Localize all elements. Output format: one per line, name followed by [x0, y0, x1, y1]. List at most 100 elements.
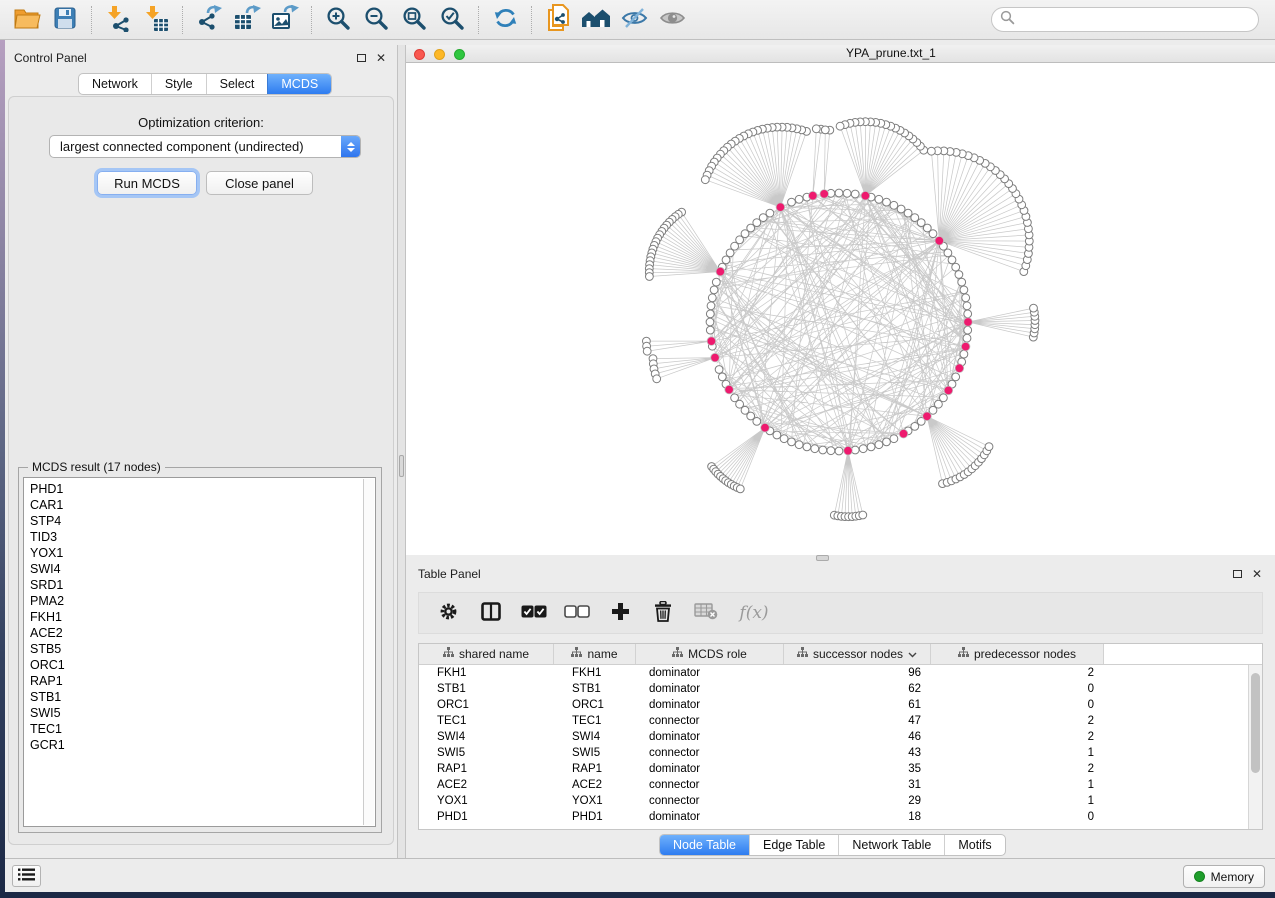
window-close-button[interactable] — [414, 49, 425, 60]
task-history-button[interactable] — [12, 865, 41, 887]
column-header-successor-nodes[interactable]: successor nodes — [784, 644, 931, 664]
import-network-button[interactable] — [99, 3, 137, 37]
mcds-result-item[interactable]: RAP1 — [30, 673, 359, 689]
mcds-result-item[interactable]: TEC1 — [30, 721, 359, 737]
mcds-result-item[interactable]: TID3 — [30, 529, 359, 545]
table-row[interactable]: TEC1TEC1connector472 — [419, 713, 1262, 729]
table-row[interactable]: ACE2ACE2connector311 — [419, 777, 1262, 793]
mcds-result-item[interactable]: ACE2 — [30, 625, 359, 641]
create-column-button[interactable] — [608, 600, 632, 626]
table-row[interactable]: FKH1FKH1dominator962 — [419, 665, 1262, 681]
mcds-result-item[interactable]: SWI5 — [30, 705, 359, 721]
show-columns-button[interactable] — [479, 600, 503, 626]
splitter-grip[interactable] — [399, 455, 404, 477]
column-header-MCDS-role[interactable]: MCDS role — [636, 644, 784, 664]
export-image-button[interactable] — [266, 3, 304, 37]
home-button[interactable] — [577, 3, 615, 37]
mcds-result-item[interactable]: YOX1 — [30, 545, 359, 561]
close-panel-icon[interactable]: ✕ — [376, 53, 386, 63]
delete-table-button[interactable] — [694, 600, 718, 626]
vertical-splitter[interactable] — [397, 45, 406, 858]
select-all-button[interactable] — [522, 600, 546, 626]
zoom-out-button[interactable] — [357, 3, 395, 37]
optimization-criterion-select[interactable]: largest connected component (undirected) — [49, 135, 361, 158]
table-row[interactable]: PHD1PHD1dominator180 — [419, 809, 1262, 825]
clone-network-button[interactable] — [539, 3, 577, 37]
horizontal-splitter[interactable] — [816, 555, 829, 561]
mcds-result-item[interactable]: PMA2 — [30, 593, 359, 609]
tab-network-table[interactable]: Network Table — [838, 835, 944, 855]
mcds-result-scrollbar[interactable] — [363, 479, 374, 825]
network-canvas[interactable] — [406, 63, 1275, 555]
column-header-name[interactable]: name — [554, 644, 636, 664]
mcds-result-item[interactable]: STP4 — [30, 513, 359, 529]
float-panel-icon[interactable] — [357, 54, 366, 62]
table-row[interactable]: YOX1YOX1connector291 — [419, 793, 1262, 809]
export-table-button[interactable] — [228, 3, 266, 37]
table-scrollbar[interactable] — [1248, 665, 1262, 829]
mcds-result-item[interactable]: SRD1 — [30, 577, 359, 593]
close-table-panel-icon[interactable]: ✕ — [1252, 569, 1262, 579]
save-floppy-icon — [54, 7, 76, 32]
mcds-result-item[interactable]: FKH1 — [30, 609, 359, 625]
trash-icon — [654, 601, 672, 625]
column-header-predecessor-nodes[interactable]: predecessor nodes — [931, 644, 1104, 664]
table-scrollbar-thumb[interactable] — [1251, 673, 1260, 773]
close-panel-button[interactable]: Close panel — [206, 171, 313, 195]
zoom-fit-button[interactable] — [395, 3, 433, 37]
tab-network[interactable]: Network — [79, 74, 151, 94]
hide-unselected-button[interactable] — [615, 3, 653, 37]
open-file-button[interactable] — [8, 3, 46, 37]
run-mcds-button[interactable]: Run MCDS — [97, 171, 197, 195]
search-input[interactable] — [1020, 10, 1258, 30]
mcds-result-item[interactable]: CAR1 — [30, 497, 359, 513]
table-row[interactable]: RAP1RAP1dominator352 — [419, 761, 1262, 777]
import-table-button[interactable] — [137, 3, 175, 37]
zoom-selected-icon — [440, 6, 465, 34]
deselect-all-button[interactable] — [565, 600, 589, 626]
mcds-result-item[interactable]: ORC1 — [30, 657, 359, 673]
control-panel: Control Panel ✕ Network Style Select MCD… — [5, 45, 397, 858]
cell-name: SWI5 — [554, 745, 636, 761]
tab-edge-table[interactable]: Edge Table — [749, 835, 838, 855]
cell-name: SWI4 — [554, 729, 636, 745]
mcds-result-item[interactable]: PHD1 — [30, 481, 359, 497]
save-session-button[interactable] — [46, 3, 84, 37]
mcds-result-item[interactable]: STB1 — [30, 689, 359, 705]
mcds-result-item[interactable]: STB5 — [30, 641, 359, 657]
table-row[interactable]: STB1STB1dominator620 — [419, 681, 1262, 697]
window-minimize-button[interactable] — [434, 49, 445, 60]
tab-motifs[interactable]: Motifs — [944, 835, 1004, 855]
table-row[interactable]: SWI4SWI4dominator462 — [419, 729, 1262, 745]
window-maximize-button[interactable] — [454, 49, 465, 60]
tab-mcds[interactable]: MCDS — [267, 74, 331, 94]
table-row[interactable]: ORC1ORC1dominator610 — [419, 697, 1262, 713]
cell-shared_name: PHD1 — [419, 809, 554, 825]
float-table-panel-icon[interactable] — [1233, 570, 1242, 578]
mcds-result-box: MCDS result (17 nodes) PHD1CAR1STP4TID3Y… — [18, 467, 382, 833]
toolbar-separator — [91, 6, 92, 34]
show-all-button[interactable] — [653, 3, 691, 37]
memory-button[interactable]: Memory — [1183, 865, 1265, 888]
table-row[interactable]: SWI5SWI5connector431 — [419, 745, 1262, 761]
cell-shared_name: RAP1 — [419, 761, 554, 777]
tab-style[interactable]: Style — [151, 74, 206, 94]
cell-shared_name: SWI4 — [419, 729, 554, 745]
table-settings-button[interactable] — [436, 600, 460, 626]
cell-name: ACE2 — [554, 777, 636, 793]
mcds-result-item[interactable]: GCR1 — [30, 737, 359, 753]
mcds-result-list[interactable]: PHD1CAR1STP4TID3YOX1SWI4SRD1PMA2FKH1ACE2… — [23, 477, 376, 827]
cell-successor_nodes: 47 — [784, 713, 931, 729]
table-panel: Table Panel ✕ f(x) shared namenameMCDS r… — [406, 562, 1275, 858]
zoom-in-button[interactable] — [319, 3, 357, 37]
export-network-button[interactable] — [190, 3, 228, 37]
delete-column-button[interactable] — [651, 600, 675, 626]
refresh-button[interactable] — [486, 3, 524, 37]
function-builder-button[interactable]: f(x) — [737, 600, 771, 626]
column-header-shared-name[interactable]: shared name — [419, 644, 554, 664]
tab-select[interactable]: Select — [206, 74, 268, 94]
zoom-selected-button[interactable] — [433, 3, 471, 37]
tab-node-table[interactable]: Node Table — [660, 835, 749, 855]
network-graph[interactable] — [406, 63, 1275, 555]
mcds-result-item[interactable]: SWI4 — [30, 561, 359, 577]
